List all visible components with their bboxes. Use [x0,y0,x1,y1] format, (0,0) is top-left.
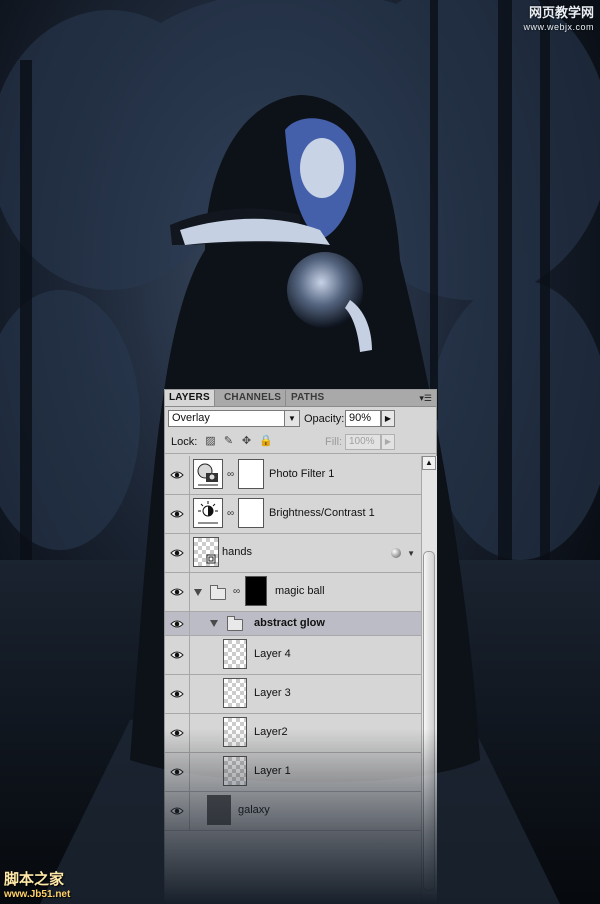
lock-transparent-icon[interactable]: ▨ [205,436,216,447]
eye-icon[interactable] [170,728,184,738]
layer-name: Layer 1 [254,765,291,777]
layer-row-brightness-contrast[interactable]: ∞ Brightness/Contrast 1 [165,495,421,534]
tab-layers[interactable]: LAYERS [165,390,215,406]
visibility-cell[interactable] [165,675,190,713]
watermark-bottom-url: www.Jb51.net [4,889,71,900]
layer-name: Layer2 [254,726,288,738]
opacity-slider-button[interactable]: ▶ [381,410,395,427]
chevron-down-icon[interactable]: ▼ [407,549,415,558]
layer-row-layer-3[interactable]: Layer 3 [165,675,421,714]
layer-thumbnail[interactable] [223,756,247,786]
visibility-cell[interactable] [165,714,190,752]
scroll-thumb[interactable] [423,551,435,891]
layers-scrollbar[interactable]: ▲ [421,456,437,904]
chevron-down-icon: ▼ [284,411,299,426]
photo-filter-icon [193,459,223,489]
expand-triangle-icon[interactable] [194,589,202,596]
layer-row-galaxy[interactable]: galaxy [165,792,421,831]
watermark-top-title: 网页教学网 [528,5,594,20]
layers-panel: LAYERS CHANNELS PATHS ▾☰ Overlay ▼ Opaci… [164,389,437,904]
layer-row-abstract-glow[interactable]: abstract glow [165,612,421,636]
layer-name: Layer 3 [254,687,291,699]
chain-link-icon[interactable]: ∞ [227,508,234,519]
layer-row-layer-4[interactable]: Layer 4 [165,636,421,675]
watermark-top: 网页教学网 www.webjx.com [523,6,594,34]
panel-menu-icon[interactable]: ▾☰ [419,393,432,404]
layer-name: Brightness/Contrast 1 [269,507,375,519]
scroll-up-button[interactable]: ▲ [422,456,436,470]
layer-name: abstract glow [254,617,325,629]
eye-icon[interactable] [170,587,184,597]
visibility-cell[interactable] [165,612,190,635]
blend-row: Overlay ▼ Opacity: 90% ▶ [165,407,436,431]
watermark-top-url: www.webjx.com [523,22,594,32]
folder-icon [227,616,243,631]
layer-row-layer-2[interactable]: Layer2 [165,714,421,753]
layer-thumbnail[interactable] [207,795,231,825]
layer-name: Photo Filter 1 [269,468,335,480]
layer-thumbnail[interactable] [223,717,247,747]
layer-mask-thumbnail[interactable] [238,498,264,528]
tab-paths[interactable]: PATHS [287,390,328,406]
opacity-label: Opacity: [304,413,345,425]
folder-icon [210,585,226,600]
layer-style-icon[interactable] [391,548,401,558]
visibility-cell[interactable] [165,636,190,674]
eye-icon[interactable] [170,470,184,480]
visibility-cell[interactable] [165,456,190,494]
fill-slider-button[interactable]: ▶ [381,434,395,450]
layer-list: ∞ Photo Filter 1 ∞ Brightness/Contrast 1 [165,456,421,831]
visibility-cell[interactable] [165,495,190,533]
layer-name: Layer 4 [254,648,291,660]
visibility-cell[interactable] [165,573,190,611]
fill-input[interactable]: 100% [345,434,381,450]
lock-all-icon[interactable]: 🔒 [259,436,273,447]
visibility-cell[interactable] [165,792,190,830]
eye-icon[interactable] [170,689,184,699]
watermark-bottom-title: 脚本之家 [4,871,65,888]
visibility-cell[interactable] [165,534,190,572]
blend-mode-value: Overlay [172,412,210,424]
panel-tabbar: LAYERS CHANNELS PATHS ▾☰ [165,390,436,407]
layer-thumbnail[interactable] [193,537,219,567]
eye-icon[interactable] [170,619,184,629]
eye-icon[interactable] [170,806,184,816]
chain-link-icon[interactable]: ∞ [227,469,234,480]
eye-icon[interactable] [170,650,184,660]
layer-name: magic ball [275,585,325,597]
lock-row: Lock: ▨ ✎ ✥ 🔒 Fill: 100% ▶ [165,431,436,454]
lock-label: Lock: [171,436,198,448]
expand-triangle-icon[interactable] [210,620,218,627]
visibility-cell[interactable] [165,753,190,791]
lock-image-icon[interactable]: ✎ [223,436,234,447]
tab-channels[interactable]: CHANNELS [220,390,287,406]
eye-icon[interactable] [170,548,184,558]
layer-name: galaxy [238,804,270,816]
fill-label: Fill: [325,436,343,448]
layer-row-photo-filter[interactable]: ∞ Photo Filter 1 [165,456,421,495]
brightness-contrast-icon [193,498,223,528]
layer-row-hands[interactable]: hands ▼ [165,534,421,573]
blend-mode-select[interactable]: Overlay ▼ [168,410,300,427]
opacity-input[interactable]: 90% [345,410,381,427]
group-mask-thumbnail[interactable] [245,576,267,606]
layer-mask-thumbnail[interactable] [238,459,264,489]
eye-icon[interactable] [170,509,184,519]
layer-thumbnail[interactable] [223,678,247,708]
layer-name: hands [222,546,252,558]
eye-icon[interactable] [170,767,184,777]
layer-thumbnail[interactable] [223,639,247,669]
chain-link-icon[interactable]: ∞ [233,586,240,597]
lock-position-icon[interactable]: ✥ [241,436,252,447]
watermark-bottom: 脚本之家 www.Jb51.net [4,868,70,900]
layer-row-layer-1[interactable]: Layer 1 [165,753,421,792]
layer-row-magic-ball[interactable]: ∞ magic ball [165,573,421,612]
